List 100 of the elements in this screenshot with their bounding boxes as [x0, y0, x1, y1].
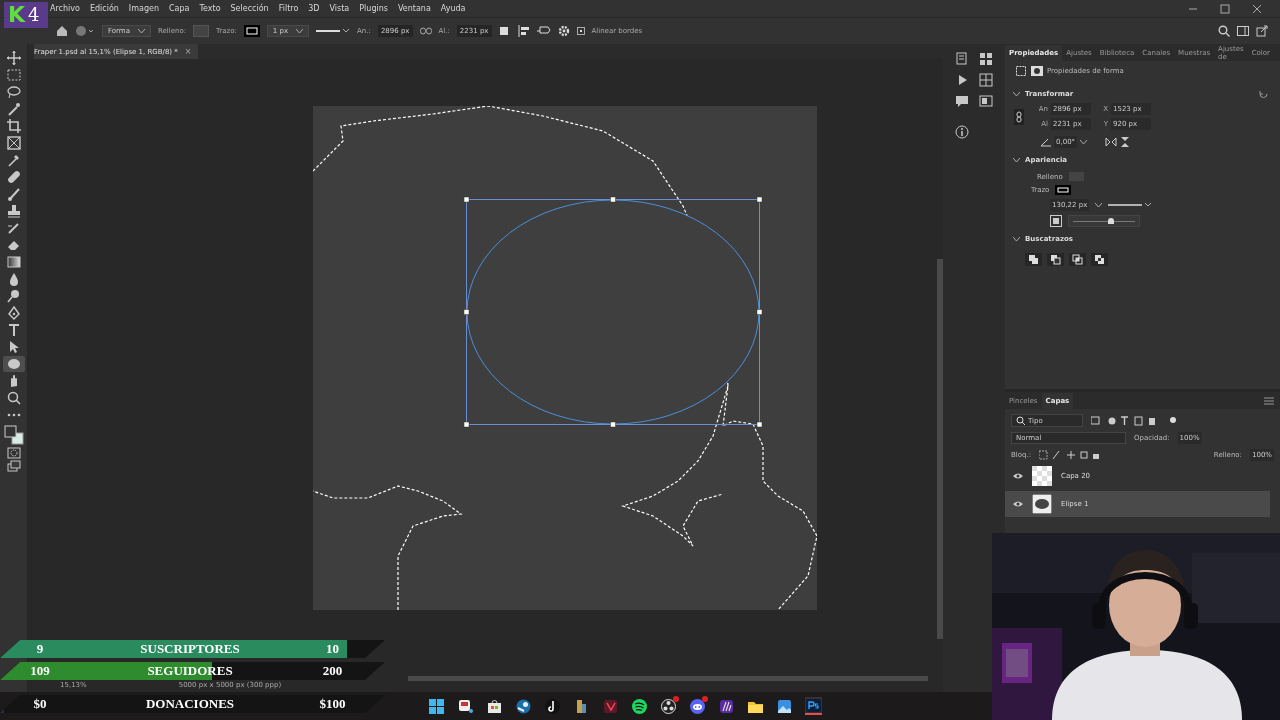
windows-icon [428, 697, 445, 715]
chevron-icon[interactable] [1013, 157, 1020, 163]
goal-current: $0 [32, 696, 48, 712]
stroke-options-icon[interactable] [1050, 215, 1062, 227]
line-style-dropdown[interactable] [1108, 201, 1153, 209]
taskbar-button[interactable] [805, 697, 822, 715]
ellipse-tool-icon[interactable] [75, 25, 95, 37]
move-icon [5, 50, 22, 66]
menu-item[interactable]: Vista [329, 4, 350, 13]
taskbar-button[interactable] [544, 697, 561, 715]
path-operations-icon[interactable] [498, 25, 511, 37]
mask-icon[interactable] [1015, 65, 1027, 77]
logo-number: 4 [28, 6, 40, 24]
flip-vertical-icon[interactable] [1120, 136, 1130, 148]
align-edges-checkbox[interactable] [576, 27, 585, 35]
visibility-icon[interactable] [1013, 500, 1023, 508]
spotify-icon [631, 697, 648, 715]
screen-mode-icon[interactable] [6, 460, 21, 472]
link-icon[interactable] [1014, 108, 1024, 125]
grid-icon[interactable] [979, 73, 993, 87]
pathfinder-button[interactable] [1047, 253, 1064, 266]
history-icon[interactable] [955, 52, 969, 66]
caret-icon[interactable] [1080, 139, 1088, 145]
close-icon[interactable] [1252, 3, 1262, 14]
workspace-icon[interactable] [1237, 25, 1249, 37]
angle-icon [1040, 137, 1051, 147]
quick-mask-icon[interactable] [6, 447, 21, 459]
shape-operation-icon [1050, 254, 1061, 265]
layers-icon[interactable] [979, 94, 993, 108]
taskbar-button[interactable] [428, 697, 445, 715]
reset-icon[interactable] [1258, 89, 1268, 99]
align-icon[interactable] [517, 25, 530, 37]
goal-target: $100 [318, 696, 347, 712]
image-editor-icon [805, 696, 822, 714]
caret-icon[interactable] [1095, 202, 1103, 208]
settings-icon[interactable] [557, 25, 570, 37]
slider-thumb[interactable] [1108, 218, 1114, 224]
goal-label: SUSCRIPTORES [139, 641, 241, 657]
menu-item[interactable]: Ventana [397, 4, 431, 13]
menu-item[interactable]: Archivo [50, 4, 80, 13]
frame-icon [5, 135, 22, 151]
color-swatches-icon[interactable] [3, 424, 24, 446]
horizontal-scrollbar[interactable] [408, 676, 928, 681]
photos-icon [776, 697, 793, 715]
chevron-icon[interactable] [1013, 236, 1020, 242]
taskbar-button[interactable] [486, 697, 503, 715]
marquee-icon [5, 67, 22, 83]
stroke-swatch[interactable] [1055, 185, 1072, 195]
search-icon [1016, 416, 1025, 425]
menu-item[interactable]: Imagen [128, 4, 159, 13]
taskbar-button[interactable] [631, 697, 648, 715]
vertical-scrollbar[interactable] [937, 259, 943, 639]
close-tab-button[interactable]: × [184, 47, 192, 56]
music-note-icon [544, 697, 561, 715]
home-icon[interactable] [56, 25, 68, 37]
menu-item[interactable]: Selección [230, 4, 269, 13]
menu-item[interactable]: Plugins [359, 4, 388, 13]
menu-item[interactable]: Filtro [278, 4, 299, 13]
goal-target: 200 [321, 663, 344, 679]
menu-item[interactable]: Edición [89, 4, 119, 13]
share-icon[interactable] [1256, 25, 1268, 37]
stamp-icon [5, 203, 22, 219]
pathfinder-button[interactable] [1069, 253, 1086, 266]
swatches-icon[interactable] [979, 52, 993, 66]
taskbar-button[interactable] [689, 697, 706, 715]
stroke-width-slider[interactable] [1068, 215, 1140, 227]
shape-operation-icon [1028, 254, 1039, 265]
menu-item[interactable]: Texto [199, 4, 221, 13]
pathfinder-button[interactable] [1091, 253, 1108, 266]
flip-horizontal-icon[interactable] [1105, 137, 1117, 147]
stroke-swatch[interactable] [243, 25, 260, 37]
tool-button[interactable] [2, 356, 25, 372]
snipping-icon [457, 697, 474, 715]
info-icon[interactable] [955, 125, 969, 139]
taskbar-button[interactable] [457, 697, 474, 715]
steam-icon [515, 697, 532, 715]
arrange-icon[interactable] [536, 25, 551, 37]
comment-icon[interactable] [955, 94, 969, 108]
taskbar-button[interactable] [515, 697, 532, 715]
game-icon [602, 697, 619, 715]
goal-current: 109 [29, 663, 51, 679]
fill-swatch[interactable] [193, 25, 210, 37]
taskbar-button[interactable] [718, 697, 735, 715]
taskbar-button[interactable] [776, 697, 793, 715]
chevron-icon[interactable] [1013, 91, 1020, 97]
link-icon[interactable] [419, 27, 432, 35]
goal-label: DONACIONES [144, 696, 236, 712]
filter-toggle-icon[interactable] [1169, 415, 1177, 426]
chat-icon [689, 697, 706, 715]
pathfinder-button[interactable] [1025, 253, 1042, 266]
goal-current: 9 [35, 641, 45, 657]
search-icon[interactable] [1218, 25, 1230, 37]
mask-icon[interactable] [1031, 65, 1043, 77]
visibility-icon[interactable] [1013, 472, 1023, 480]
menu-item[interactable]: Capa [169, 4, 190, 13]
lock-icons[interactable] [1039, 450, 1100, 460]
maximize-icon[interactable] [1220, 3, 1230, 14]
menu-item[interactable]: 3D [308, 4, 320, 13]
logo-letter: K [8, 4, 26, 26]
menu-item[interactable]: Ayuda [440, 4, 466, 13]
